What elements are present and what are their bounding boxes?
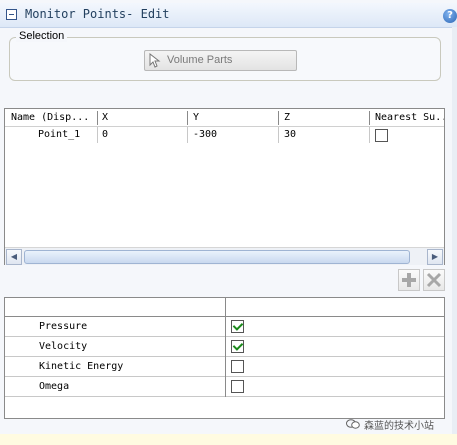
grid-line: [97, 127, 98, 143]
quantity-checkbox[interactable]: [231, 340, 244, 353]
scroll-right-arrow-icon[interactable]: ▶: [427, 249, 443, 265]
panel-header: Monitor Points- Edit ?: [0, 3, 457, 28]
help-icon[interactable]: ?: [443, 9, 457, 23]
column-header-name[interactable]: Name (Disp...: [11, 109, 97, 126]
quantity-checkbox[interactable]: [231, 320, 244, 333]
column-header-y[interactable]: Y: [193, 109, 273, 126]
column-separator[interactable]: [187, 111, 188, 125]
volume-parts-button[interactable]: Volume Parts: [144, 50, 297, 71]
wechat-logo-icon: [346, 419, 360, 429]
grid-line: [278, 127, 279, 143]
column-header-x[interactable]: X: [102, 109, 182, 126]
quantity-checkbox[interactable]: [231, 380, 244, 393]
selection-group-label: Selection: [16, 30, 68, 42]
grid-line: [369, 127, 370, 143]
table-row[interactable]: Point_1 0 -300 30: [5, 127, 444, 143]
quantity-label: Velocity: [39, 341, 88, 352]
plus-icon: [402, 273, 416, 287]
column-separator[interactable]: [369, 111, 370, 125]
monitor-points-table: Name (Disp... X Y Z Nearest Su... Point_…: [4, 108, 445, 265]
add-point-button[interactable]: [398, 269, 420, 291]
horizontal-scrollbar[interactable]: ◀ ▶: [5, 247, 444, 265]
quantity-label: Omega: [39, 381, 70, 392]
point-x-cell[interactable]: 0: [102, 127, 182, 143]
scrollbar-thumb[interactable]: [24, 250, 410, 264]
monitor-points-panel: Monitor Points- Edit ? Selection Volume …: [0, 0, 457, 445]
quantities-table: Pressure Velocity Kinetic Energy Omega: [4, 297, 445, 419]
point-z-cell[interactable]: 30: [284, 127, 364, 143]
collapse-icon[interactable]: [6, 9, 17, 20]
scroll-left-arrow-icon[interactable]: ◀: [6, 249, 22, 265]
quantity-label: Pressure: [39, 321, 88, 332]
pointer-cursor-icon: [149, 53, 161, 68]
nearest-surface-checkbox[interactable]: [375, 129, 388, 142]
column-separator[interactable]: [278, 111, 279, 125]
point-name-cell[interactable]: Point_1: [38, 127, 96, 143]
watermark-text: 森蓝的技术小站: [364, 421, 434, 432]
quantity-checkbox[interactable]: [231, 360, 244, 373]
quantity-label: Kinetic Energy: [39, 361, 124, 372]
column-divider: [225, 298, 226, 397]
point-y-cell[interactable]: -300: [193, 127, 273, 143]
panel-right-border: [452, 27, 457, 445]
volume-parts-label: Volume Parts: [167, 54, 233, 66]
status-strip: [0, 434, 457, 445]
column-header-z[interactable]: Z: [284, 109, 364, 126]
panel-title: Monitor Points- Edit: [25, 7, 170, 21]
column-header-nearest-surface[interactable]: Nearest Su...: [375, 109, 444, 126]
x-icon: [426, 272, 442, 288]
table-header-row: Name (Disp... X Y Z Nearest Su...: [5, 109, 444, 127]
grid-line: [187, 127, 188, 143]
column-separator[interactable]: [97, 111, 98, 125]
remove-point-button[interactable]: [423, 269, 445, 291]
